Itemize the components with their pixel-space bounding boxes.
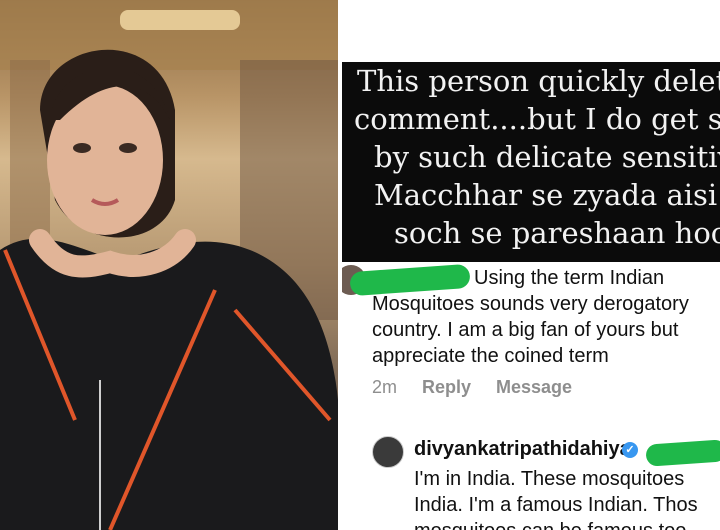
reply-button[interactable]: Reply <box>422 377 471 398</box>
reply-text: mosquitoes can be famous too. <box>414 518 720 530</box>
verified-badge-icon: ✓ <box>622 442 638 458</box>
story-line: comment....but I do get s <box>354 102 720 136</box>
reply-text: I'm in India. These mosquitoes <box>414 468 685 490</box>
story-line: Macchhar se zyada aisi n <box>374 178 720 212</box>
comment-text: appreciate the coined term <box>372 345 609 367</box>
reply-text: India. I'm a famous Indian. Thos <box>414 494 698 516</box>
story-line: This person quickly delet <box>357 64 720 98</box>
reply-avatar[interactable] <box>372 436 404 468</box>
comment-text: Mosquitoes sounds very derogatory <box>372 293 689 315</box>
comment-text: country. I am a big fan of yours but <box>372 319 679 341</box>
instagram-screenshot: This person quickly delet comment....but… <box>342 0 720 530</box>
story-line: soch se pareshaan hoon <box>394 216 720 250</box>
portrait-illustration <box>0 0 338 530</box>
story-text-box: This person quickly delet comment....but… <box>342 62 720 262</box>
story-line: by such delicate sensitiv <box>374 140 720 174</box>
redaction-mark <box>645 439 720 467</box>
portrait-photo <box>0 0 338 530</box>
comment-text: Using the term Indian <box>474 267 665 289</box>
reply-username[interactable]: divyankatripathidahiya <box>414 438 631 461</box>
comment-timestamp: 2m <box>372 377 398 397</box>
message-button[interactable]: Message <box>496 377 572 398</box>
